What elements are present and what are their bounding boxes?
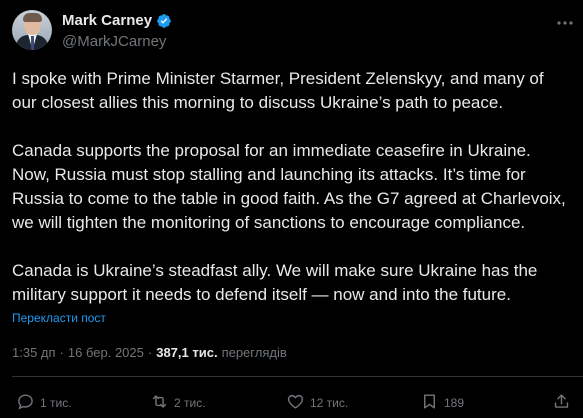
tweet-text: I spoke with Prime Minister Starmer, Pre… [12, 69, 566, 304]
repost-count: 2 тис. [174, 396, 206, 410]
repost-button[interactable]: 2 тис. [150, 392, 206, 414]
meta-separator: · [59, 345, 64, 360]
author-handle[interactable]: @MarkJCarney [62, 33, 166, 51]
translate-post-link[interactable]: Перекласти пост [12, 310, 106, 326]
divider [12, 376, 583, 377]
views-label: переглядів [221, 345, 287, 360]
heart-icon [286, 392, 305, 414]
verified-badge-icon[interactable] [156, 13, 172, 29]
repost-icon [150, 392, 169, 414]
bookmark-icon [420, 392, 439, 414]
reply-button[interactable]: 1 тис. [16, 392, 72, 414]
avatar-hair [23, 13, 42, 22]
tweet-time[interactable]: 1:35 дп [12, 345, 56, 361]
share-icon [552, 392, 571, 414]
author-avatar[interactable] [12, 10, 52, 50]
author-display-name[interactable]: Mark Carney [62, 12, 152, 30]
author-name-row: Mark Carney [62, 12, 172, 30]
meta-separator: · [147, 345, 153, 360]
reply-count: 1 тис. [40, 396, 72, 410]
like-button[interactable]: 12 тис. [286, 392, 348, 414]
bookmark-button[interactable]: 189 [420, 392, 464, 414]
like-count: 12 тис. [310, 396, 349, 410]
tweet-date[interactable]: 16 бер. 2025 [68, 345, 144, 361]
bookmark-count: 189 [444, 396, 465, 410]
avatar-tie [31, 36, 34, 49]
views-count: 387,1 тис. [156, 345, 218, 360]
tweet-meta: 1:35 дп · 16 бер. 2025 · 387,1 тис. пере… [12, 345, 287, 361]
more-options-icon[interactable] [555, 13, 575, 33]
reply-icon [16, 392, 35, 414]
share-button[interactable] [552, 392, 571, 414]
